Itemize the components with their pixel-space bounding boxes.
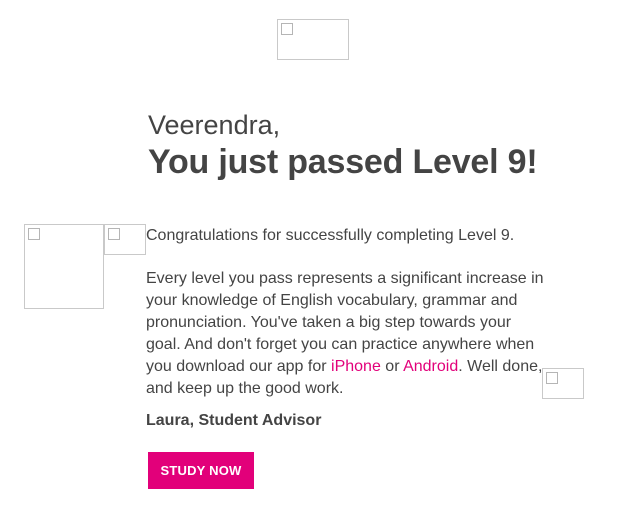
broken-image-icon	[28, 228, 40, 240]
broken-image-icon	[281, 23, 293, 35]
broken-image-icon	[108, 228, 120, 240]
level-badge-image	[24, 224, 104, 309]
broken-image-icon	[546, 372, 558, 384]
congratulations-text: Congratulations for successfully complet…	[146, 227, 515, 244]
decorative-image	[542, 368, 584, 399]
header-logo-image	[277, 19, 349, 60]
study-now-button[interactable]: STUDY NOW	[148, 452, 254, 489]
iphone-link[interactable]: iPhone	[331, 358, 381, 375]
greeting-text: Veerendra,	[148, 110, 281, 140]
level-icon-image	[104, 224, 146, 255]
advisor-signature: Laura, Student Advisor	[146, 412, 322, 429]
body-paragraph: Every level you pass represents a signif…	[146, 268, 546, 400]
headline-title: You just passed Level 9!	[148, 143, 538, 181]
android-link[interactable]: Android	[403, 358, 458, 375]
email-header: Veerendra, You just passed Level 9!	[148, 108, 548, 182]
body-text-connector: or	[380, 358, 404, 375]
